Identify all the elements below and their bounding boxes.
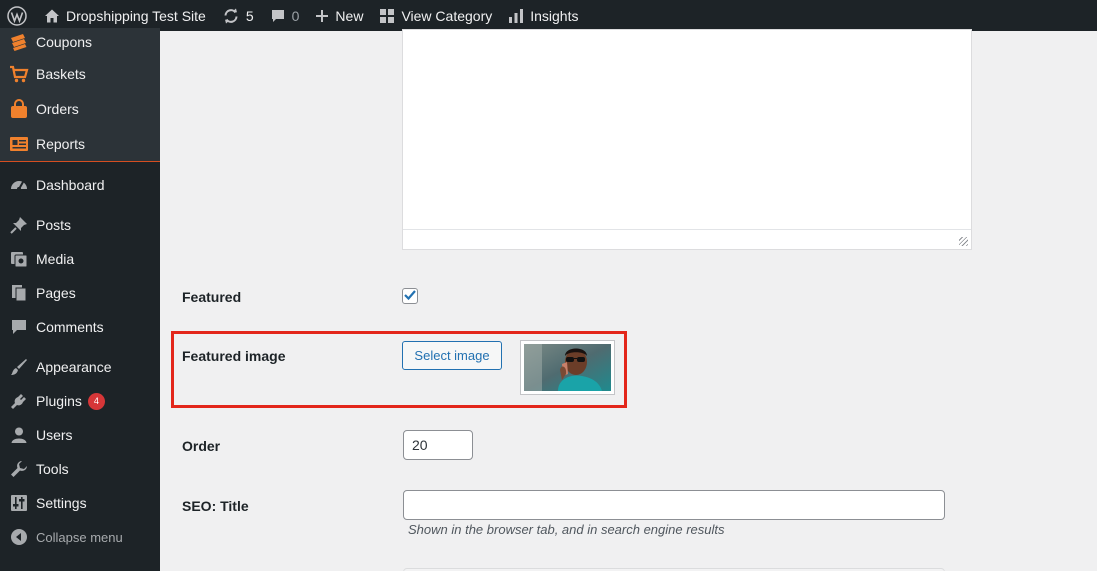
cart-icon: [9, 64, 29, 84]
sidebar-item-label: Pages: [36, 285, 76, 301]
site-name-label: Dropshipping Test Site: [66, 7, 206, 24]
sidebar-item-pages[interactable]: Pages: [0, 276, 160, 310]
reports-icon: [9, 134, 29, 154]
bar-chart-icon: [508, 8, 524, 24]
seo-title-label: SEO: Title: [182, 498, 249, 514]
new-label: New: [335, 7, 364, 24]
resize-handle-icon[interactable]: [959, 237, 968, 246]
insights-link[interactable]: Insights: [500, 0, 586, 31]
collapse-menu-button[interactable]: Collapse menu: [0, 520, 160, 554]
updates-link[interactable]: 5: [214, 0, 262, 31]
plugin-updates-badge: 4: [87, 392, 105, 410]
select-image-button[interactable]: Select image: [402, 341, 502, 370]
view-category-label: View Category: [401, 7, 493, 24]
editor-status-bar: [403, 229, 971, 249]
sidebar-item-label: Comments: [36, 319, 104, 335]
dashboard-icon: [9, 175, 29, 195]
sidebar-item-coupons[interactable]: Coupons: [0, 28, 160, 56]
sidebar-item-appearance[interactable]: Appearance: [0, 350, 160, 384]
collapse-arrow-icon: [9, 527, 29, 547]
grid-icon: [379, 8, 395, 24]
home-icon: [44, 8, 60, 24]
sidebar-item-label: Media: [36, 251, 75, 267]
new-content-link[interactable]: New: [307, 0, 371, 31]
sidebar-item-label: Coupons: [36, 34, 93, 50]
coupon-icon: [9, 32, 29, 52]
description-editor[interactable]: [402, 29, 972, 250]
sidebar-item-users[interactable]: Users: [0, 418, 160, 452]
comments-count: 0: [291, 7, 300, 24]
admin-bar: Dropshipping Test Site 5 0 New View Cate…: [0, 0, 1097, 31]
sidebar-item-plugins[interactable]: Plugins 4: [0, 384, 160, 418]
featured-image-thumbnail[interactable]: [520, 340, 615, 395]
featured-image-label: Featured image: [182, 348, 286, 364]
featured-image-preview: [524, 344, 611, 391]
sidebar-item-orders[interactable]: Orders: [0, 91, 160, 126]
brush-icon: [9, 357, 29, 377]
pin-icon: [9, 215, 29, 235]
featured-label: Featured: [182, 289, 242, 305]
seo-title-input[interactable]: [403, 490, 945, 520]
main-content: Featured Featured image Select image Ord…: [160, 29, 1097, 571]
bag-icon: [9, 98, 29, 119]
refresh-icon: [222, 7, 240, 25]
sidebar-item-label: Dashboard: [36, 177, 105, 193]
sidebar-item-label: Appearance: [36, 359, 112, 375]
site-name-link[interactable]: Dropshipping Test Site: [36, 0, 214, 31]
woocommerce-submenu: Coupons Baskets Orders Reports: [0, 28, 160, 162]
user-icon: [9, 425, 29, 445]
sidebar-item-posts[interactable]: Posts: [0, 208, 160, 242]
sidebar-item-reports[interactable]: Reports: [0, 126, 160, 161]
sidebar-item-label: Tools: [36, 461, 69, 477]
sidebar-item-dashboard[interactable]: Dashboard: [0, 162, 160, 208]
sidebar-item-baskets[interactable]: Baskets: [0, 56, 160, 91]
wordpress-logo-button[interactable]: [0, 0, 36, 31]
sidebar-item-tools[interactable]: Tools: [0, 452, 160, 486]
sidebar-item-label: Posts: [36, 217, 72, 233]
comment-icon: [270, 8, 286, 24]
sidebar-item-comments[interactable]: Comments: [0, 310, 160, 344]
sliders-icon: [9, 493, 29, 513]
scroll-fade: [160, 536, 1097, 571]
checkmark-icon: [403, 288, 417, 305]
view-category-link[interactable]: View Category: [371, 0, 500, 31]
sidebar-item-settings[interactable]: Settings: [0, 486, 160, 520]
plus-icon: [315, 9, 329, 23]
sidebar-item-media[interactable]: Media: [0, 242, 160, 276]
sidebar-item-label: Baskets: [36, 65, 86, 82]
sidebar-item-label: Settings: [36, 495, 87, 511]
sidebar-item-label: Reports: [36, 135, 86, 152]
order-label: Order: [182, 438, 221, 454]
pages-icon: [9, 283, 29, 303]
sidebar-item-label: Users: [36, 427, 73, 443]
media-icon: [9, 249, 29, 269]
collapse-menu-label: Collapse menu: [36, 529, 123, 545]
updates-count: 5: [245, 7, 254, 24]
sidebar-item-label: Plugins: [36, 393, 82, 409]
wordpress-logo-icon: [7, 5, 27, 26]
comments-icon: [9, 317, 29, 337]
sidebar-item-label: Orders: [36, 100, 79, 117]
featured-checkbox[interactable]: [402, 288, 418, 304]
order-input[interactable]: 20: [403, 430, 473, 460]
seo-title-help-text: Shown in the browser tab, and in search …: [408, 522, 725, 537]
comments-link[interactable]: 0: [262, 0, 308, 31]
plug-icon: [9, 391, 29, 411]
wrench-icon: [9, 459, 29, 479]
admin-sidebar: Coupons Baskets Orders Reports Dashboard: [0, 28, 160, 571]
insights-label: Insights: [530, 7, 579, 24]
